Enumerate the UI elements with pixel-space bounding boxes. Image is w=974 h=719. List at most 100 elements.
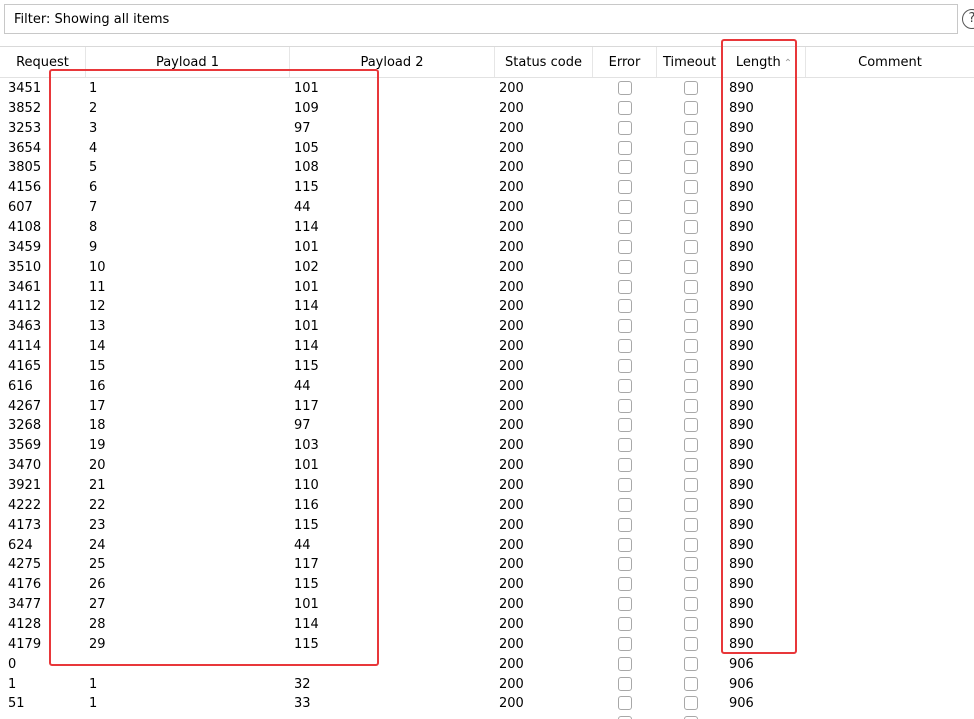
error-checkbox [618,557,632,572]
timeout-checkbox [684,696,698,711]
table-row[interactable]: 3805 5 108 200 890 [0,158,974,178]
cell-payload-1: 10 [89,259,106,275]
table-row[interactable]: 3654 4 105 200 890 [0,139,974,159]
table-row[interactable]: 4165 15 115 200 890 [0,357,974,377]
cell-status-code: 200 [499,279,524,295]
table-row[interactable]: 4108 8 114 200 890 [0,218,974,238]
cell-length: 890 [729,557,754,573]
table-row[interactable]: 3569 19 103 200 890 [0,436,974,456]
cell-request: 3470 [8,458,42,474]
column-header-payload-2[interactable]: Payload 2 [290,47,495,77]
column-header-length[interactable]: Length ⌃ [723,47,806,77]
table-row[interactable]: 4114 14 114 200 890 [0,337,974,357]
cell-payload-2: 44 [294,537,311,553]
error-checkbox [618,458,632,473]
cell-payload-2: 101 [294,597,319,613]
filter-input[interactable]: Filter: Showing all items [4,4,958,34]
table-row[interactable]: 3921 21 110 200 890 [0,476,974,496]
cell-payload-2: 105 [294,140,319,156]
table-row[interactable]: 3477 27 101 200 890 [0,595,974,615]
table-row[interactable]: 4275 25 117 200 890 [0,555,974,575]
table-row[interactable]: 51 1 33 200 906 [0,694,974,714]
error-checkbox [618,239,632,254]
cell-length: 890 [729,398,754,414]
cell-status-code: 200 [499,557,524,573]
table-row[interactable]: 4112 12 114 200 890 [0,297,974,317]
cell-payload-2 [294,655,489,675]
table-row[interactable]: 4176 26 115 200 890 [0,575,974,595]
cell-request: 4222 [8,497,42,513]
cell-payload-2: 44 [294,200,311,216]
timeout-checkbox [684,478,698,492]
timeout-checkbox [684,100,698,115]
table-row[interactable]: 4128 28 114 200 890 [0,615,974,635]
column-header-timeout[interactable]: Timeout [657,47,723,77]
cell-payload-2: 97 [294,120,311,136]
table-row[interactable]: 624 24 44 200 890 [0,536,974,556]
table-row[interactable]: 3268 18 97 200 890 [0,416,974,436]
timeout-checkbox [684,160,698,175]
cell-request: 3654 [8,140,42,156]
cell-status-code: 200 [499,81,524,96]
timeout-checkbox [684,398,698,413]
timeout-checkbox [684,597,698,612]
error-checkbox [618,577,632,592]
table-row[interactable]: 607 7 44 200 890 [0,198,974,218]
timeout-checkbox [684,200,698,215]
table-row[interactable]: 4173 23 115 200 890 [0,516,974,536]
cell-length: 890 [729,279,754,295]
table-row[interactable]: 3510 10 102 200 890 [0,258,974,278]
cell-status-code: 200 [499,319,524,335]
table-row[interactable]: 616 16 44 200 890 [0,377,974,397]
cell-request: 4176 [8,577,42,593]
timeout-checkbox [684,358,698,373]
timeout-checkbox [684,656,698,671]
column-header-payload-1[interactable]: Payload 1 [86,47,290,77]
table-row[interactable]: 1 1 32 200 906 [0,675,974,695]
table-row[interactable]: 4267 17 117 200 890 [0,397,974,417]
table-row[interactable]: 0 200 906 [0,655,974,675]
cell-payload-1: 8 [89,219,98,235]
cell-payload-1 [89,714,284,719]
timeout-checkbox [684,676,698,691]
cell-payload-2: 114 [294,339,319,355]
timeout-checkbox [684,120,698,135]
table-row[interactable]: 3463 13 101 200 890 [0,317,974,337]
column-header-comment[interactable]: Comment [806,47,974,77]
cell-payload-2: 115 [294,358,319,374]
column-header-status-code[interactable]: Status code [495,47,593,77]
timeout-checkbox [684,636,698,651]
cell-payload-2: 97 [294,418,311,434]
error-checkbox [618,160,632,175]
table-row[interactable]: 4179 29 115 200 890 [0,635,974,655]
help-icon[interactable]: ? [962,9,974,29]
cell-request: 616 [8,378,33,394]
table-row[interactable]: 4222 22 116 200 890 [0,496,974,516]
table-row[interactable]: 3253 3 97 200 890 [0,119,974,139]
table-row[interactable]: 3451 1 101 200 890 [0,79,974,99]
table-row[interactable]: 3470 20 101 200 890 [0,456,974,476]
cell-length: 890 [729,478,754,493]
cell-payload-2: 116 [294,497,319,513]
cell-status-code: 200 [499,616,524,632]
cell-length: 890 [729,636,754,652]
table-row[interactable] [0,714,974,719]
column-header-request[interactable]: Request [0,47,86,77]
cell-length: 890 [729,239,754,255]
table-row[interactable]: 3459 9 101 200 890 [0,238,974,258]
cell-status-code [499,714,589,719]
cell-payload-2: 117 [294,557,319,573]
error-checkbox [618,120,632,135]
table-row[interactable]: 3852 2 109 200 890 [0,99,974,119]
table-row[interactable]: 4156 6 115 200 890 [0,178,974,198]
cell-payload-2: 109 [294,100,319,116]
cell-length: 890 [729,577,754,593]
column-header-error[interactable]: Error [593,47,657,77]
cell-length: 890 [729,438,754,454]
cell-request: 3852 [8,100,42,116]
table-row[interactable]: 3461 11 101 200 890 [0,278,974,298]
cell-request: 4179 [8,636,42,652]
error-checkbox [618,656,632,671]
error-checkbox [618,81,632,95]
error-checkbox [618,140,632,155]
